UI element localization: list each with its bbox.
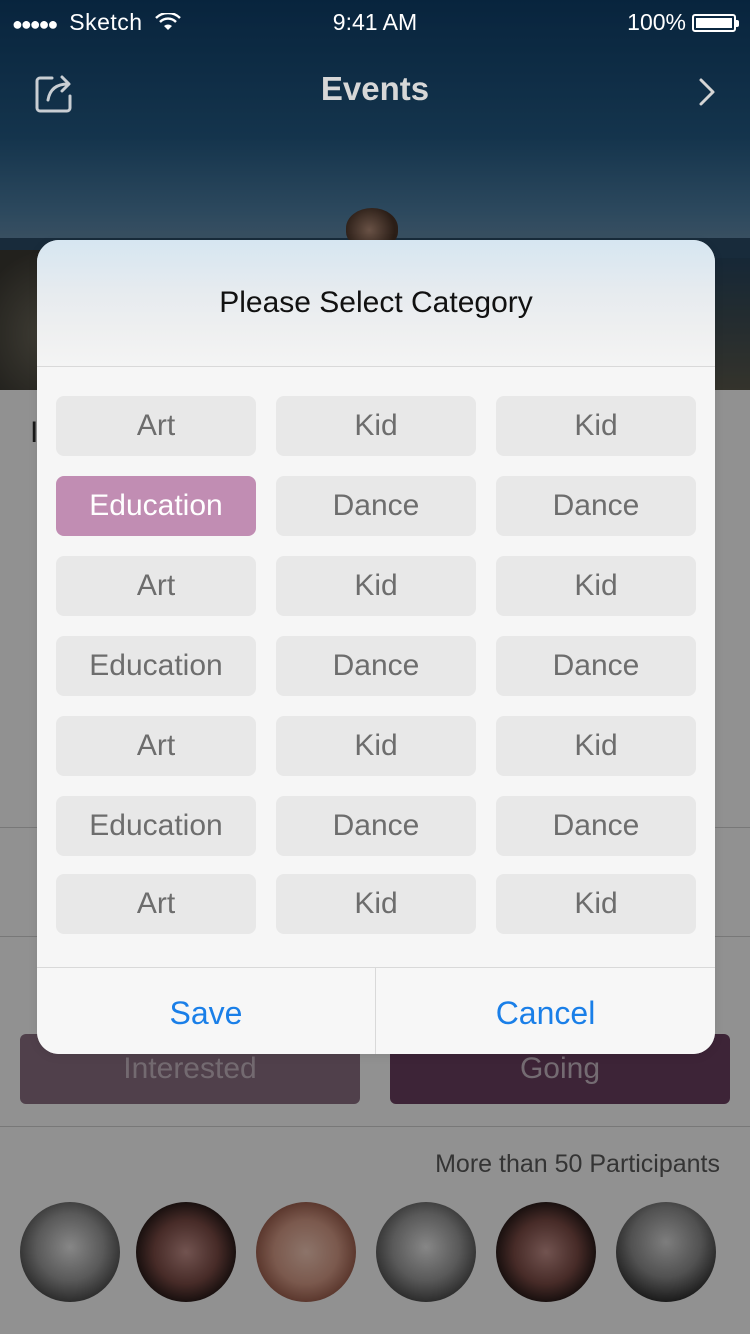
category-chip[interactable]: Art bbox=[56, 396, 256, 456]
category-chip[interactable]: Kid bbox=[276, 556, 476, 616]
navigation-bar: Events bbox=[0, 44, 750, 134]
category-chip[interactable]: Kid bbox=[496, 396, 696, 456]
category-chip[interactable]: Kid bbox=[276, 874, 476, 934]
category-chip[interactable]: Dance bbox=[276, 476, 476, 536]
battery-status: 100% bbox=[627, 9, 739, 36]
battery-percent: 100% bbox=[627, 9, 686, 35]
category-chip[interactable]: Art bbox=[56, 874, 256, 934]
category-chip[interactable]: Kid bbox=[496, 716, 696, 776]
category-chip[interactable]: Art bbox=[56, 556, 256, 616]
dialog-title: Please Select Category bbox=[219, 286, 533, 319]
category-chip[interactable]: Dance bbox=[276, 796, 476, 856]
category-chip[interactable]: Art bbox=[56, 716, 256, 776]
category-chip[interactable]: Kid bbox=[276, 396, 476, 456]
category-chip[interactable]: Kid bbox=[496, 874, 696, 934]
category-chip[interactable]: Education bbox=[56, 796, 256, 856]
category-picker-dialog: Please Select Category Art Kid Kid Educa… bbox=[37, 240, 715, 1054]
status-bar: ●●●●● Sketch 9:41 AM 100% bbox=[0, 0, 750, 44]
dialog-header: Please Select Category bbox=[37, 240, 715, 367]
category-chip[interactable]: Kid bbox=[496, 556, 696, 616]
category-chip[interactable]: Dance bbox=[496, 476, 696, 536]
category-chip[interactable]: Kid bbox=[276, 716, 476, 776]
save-button[interactable]: Save bbox=[37, 968, 376, 1054]
category-chip[interactable]: Dance bbox=[496, 636, 696, 696]
page-title: Events bbox=[320, 70, 430, 107]
category-chip[interactable]: Dance bbox=[496, 796, 696, 856]
dialog-footer: Save Cancel bbox=[37, 967, 715, 1054]
category-chip[interactable]: Dance bbox=[276, 636, 476, 696]
category-chip[interactable]: Education bbox=[56, 636, 256, 696]
category-chip-selected[interactable]: Education bbox=[56, 476, 256, 536]
cancel-button[interactable]: Cancel bbox=[376, 968, 715, 1054]
chevron-right-icon[interactable] bbox=[696, 74, 720, 110]
battery-icon bbox=[692, 13, 739, 32]
